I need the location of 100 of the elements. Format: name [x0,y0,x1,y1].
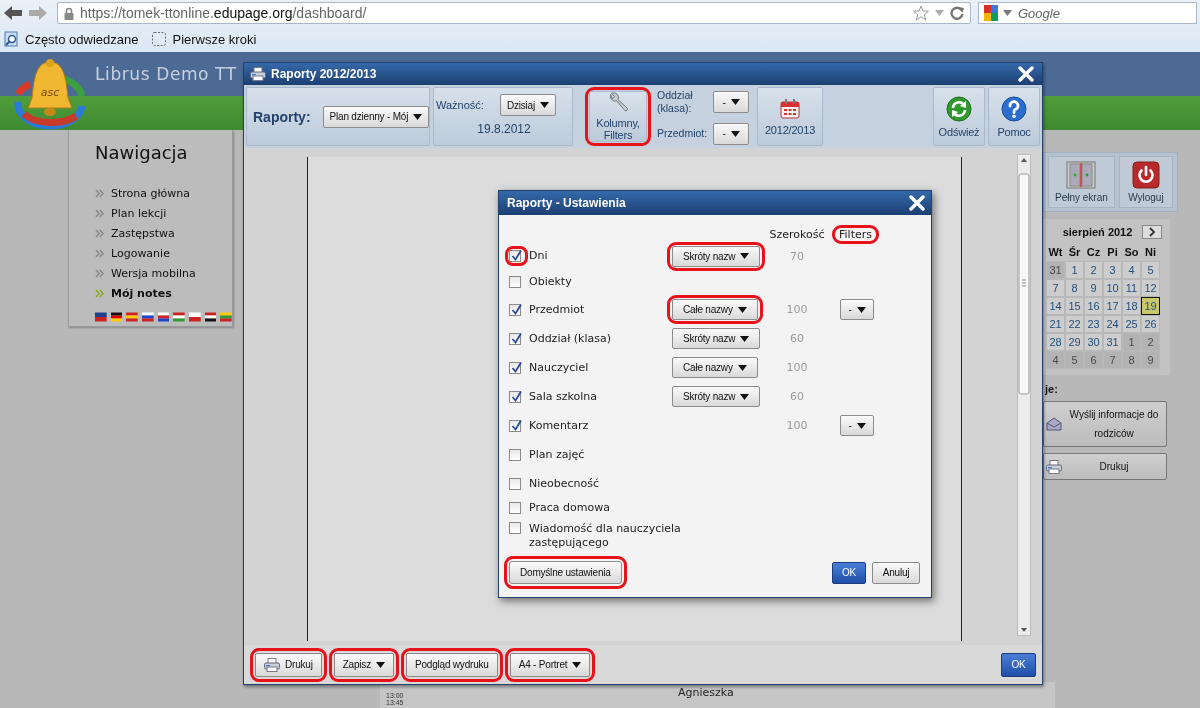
nav-link[interactable]: Wersja mobilna [95,263,232,283]
filter-dropdown[interactable]: - [840,299,874,320]
nav-link[interactable]: Strona główna [95,183,232,203]
nav-link[interactable]: Zastępstwa [95,223,232,243]
calendar-day[interactable]: 2 [1141,333,1160,351]
nav-link[interactable]: Logowanie [95,243,232,263]
names-dropdown[interactable]: Całe nazwy [672,299,758,320]
flag-icon [126,312,138,322]
calendar-day[interactable]: 29 [1065,333,1084,351]
year-button[interactable]: 2012/2013 [757,87,823,147]
calendar-day[interactable]: 31 [1046,261,1065,279]
footer-button[interactable]: Podgląd wydruku [405,652,498,677]
calendar-day[interactable]: 7 [1103,351,1122,369]
cancel-button[interactable]: Anuluj [872,561,920,584]
calendar-day[interactable]: 10 [1103,279,1122,297]
reload-icon [950,6,964,20]
help-button[interactable]: Pomoc [988,87,1040,147]
filter-dropdown[interactable]: - [713,91,749,113]
back-icon [3,5,23,21]
caret-icon [737,364,747,371]
caret-icon [740,393,750,400]
weekday-label: Ni [1144,245,1157,260]
calendar-day[interactable]: 8 [1065,279,1084,297]
calendar-day[interactable]: 6 [1084,351,1103,369]
checkbox[interactable] [509,276,521,288]
action-button[interactable]: Drukuj [1043,453,1167,480]
checkbox[interactable] [509,502,521,514]
teacher-name: Agnieszka [678,686,734,699]
calendar-day[interactable]: 25 [1122,315,1141,333]
calendar-day[interactable]: 30 [1084,333,1103,351]
header-button[interactable]: Wyloguj [1118,156,1173,208]
calendar-day[interactable]: 11 [1122,279,1141,297]
calendar-day[interactable]: 28 [1046,333,1065,351]
calendar-day[interactable]: 8 [1122,351,1141,369]
checkbox[interactable] [509,303,521,316]
nav-link[interactable]: Plan lekcji [95,203,232,223]
filter-dropdown[interactable]: - [713,122,749,145]
checkbox[interactable] [509,419,521,432]
names-dropdown[interactable]: Skróty nazw [672,328,761,349]
nav-link[interactable]: Mój notes [95,283,232,303]
calendar-day[interactable]: 17 [1103,297,1122,315]
checkbox[interactable] [509,448,521,461]
calendar-day[interactable]: 21 [1046,315,1065,333]
names-dropdown[interactable]: Skróty nazw [672,245,761,267]
validity-dropdown[interactable]: Dzisiaj [499,94,556,117]
calendar-day[interactable]: 3 [1103,261,1122,279]
calendar-day[interactable]: 4 [1122,261,1141,279]
calendar-day[interactable]: 18 [1122,297,1141,315]
bookmark[interactable]: Często odwiedzane [4,31,139,47]
calendar-day[interactable]: 12 [1141,279,1160,297]
calendar-day[interactable]: 14 [1046,297,1065,315]
checkbox[interactable] [509,390,521,403]
footer-button[interactable]: A4 - Portret [509,652,591,677]
forward-icon [28,5,48,21]
calendar-day[interactable]: 7 [1046,279,1065,297]
checkbox[interactable] [509,361,521,374]
ok-button[interactable]: OK [1001,652,1036,677]
calendar-month: sierpień 2012 [1062,226,1133,238]
calendar-day[interactable]: 16 [1084,297,1103,315]
calendar-day[interactable]: 4 [1046,351,1065,369]
footer-button[interactable]: Zapisz [333,652,394,677]
calendar-day[interactable]: 5 [1141,261,1160,279]
calendar-day[interactable]: 26 [1141,315,1160,333]
calendar-day[interactable]: 15 [1065,297,1084,315]
calendar-day[interactable]: 19 [1141,297,1160,315]
bookmark[interactable]: Pierwsze kroki [151,31,257,47]
default-settings-button[interactable]: Domyślne ustawienia [509,561,622,584]
calendar-day[interactable]: 5 [1065,351,1084,369]
calendar-day[interactable]: 31 [1103,333,1122,351]
calendar-day[interactable]: 22 [1065,315,1084,333]
calendar-day[interactable]: 1 [1065,261,1084,279]
report-dropdown[interactable]: Plan dzienny - Mój [322,105,430,128]
checkbox[interactable] [509,522,521,534]
calendar-day[interactable]: 24 [1103,315,1122,333]
header-button[interactable]: Pełny ekran [1048,156,1115,208]
site-title: Librus Demo TT [95,64,237,84]
printer-icon [250,67,266,82]
columns-button[interactable]: Kolumny, Filters [589,91,647,143]
column-option-label: Nauczyciel [529,360,589,375]
calendar-day[interactable]: 9 [1141,351,1160,369]
flag-icon [110,312,123,322]
address-bar[interactable]: https://tomek-ttonline.edupage.org/dashboard/ [57,2,971,24]
calendar-day[interactable]: 23 [1084,315,1103,333]
names-dropdown[interactable]: Całe nazwy [672,357,758,378]
action-button[interactable]: Wyślij informacje do rodziców [1043,401,1167,447]
next-month-button[interactable] [1142,225,1163,239]
column-option-label: Sala szkolna [529,389,597,404]
refresh-button[interactable]: Odśwież [933,87,985,147]
checkbox[interactable] [509,332,521,345]
calendar-day[interactable]: 2 [1084,261,1103,279]
footer-button[interactable]: Drukuj [255,652,322,677]
filter-dropdown[interactable]: - [840,415,874,436]
ok-button[interactable]: OK [832,561,866,584]
search-input[interactable]: Google [1016,4,1150,22]
checkbox[interactable] [509,250,521,262]
calendar-day[interactable]: 9 [1084,279,1103,297]
calendar-day[interactable]: 1 [1122,333,1141,351]
names-dropdown[interactable]: Skróty nazw [672,386,761,407]
search-field[interactable]: Google [978,2,1197,24]
checkbox[interactable] [509,477,521,490]
